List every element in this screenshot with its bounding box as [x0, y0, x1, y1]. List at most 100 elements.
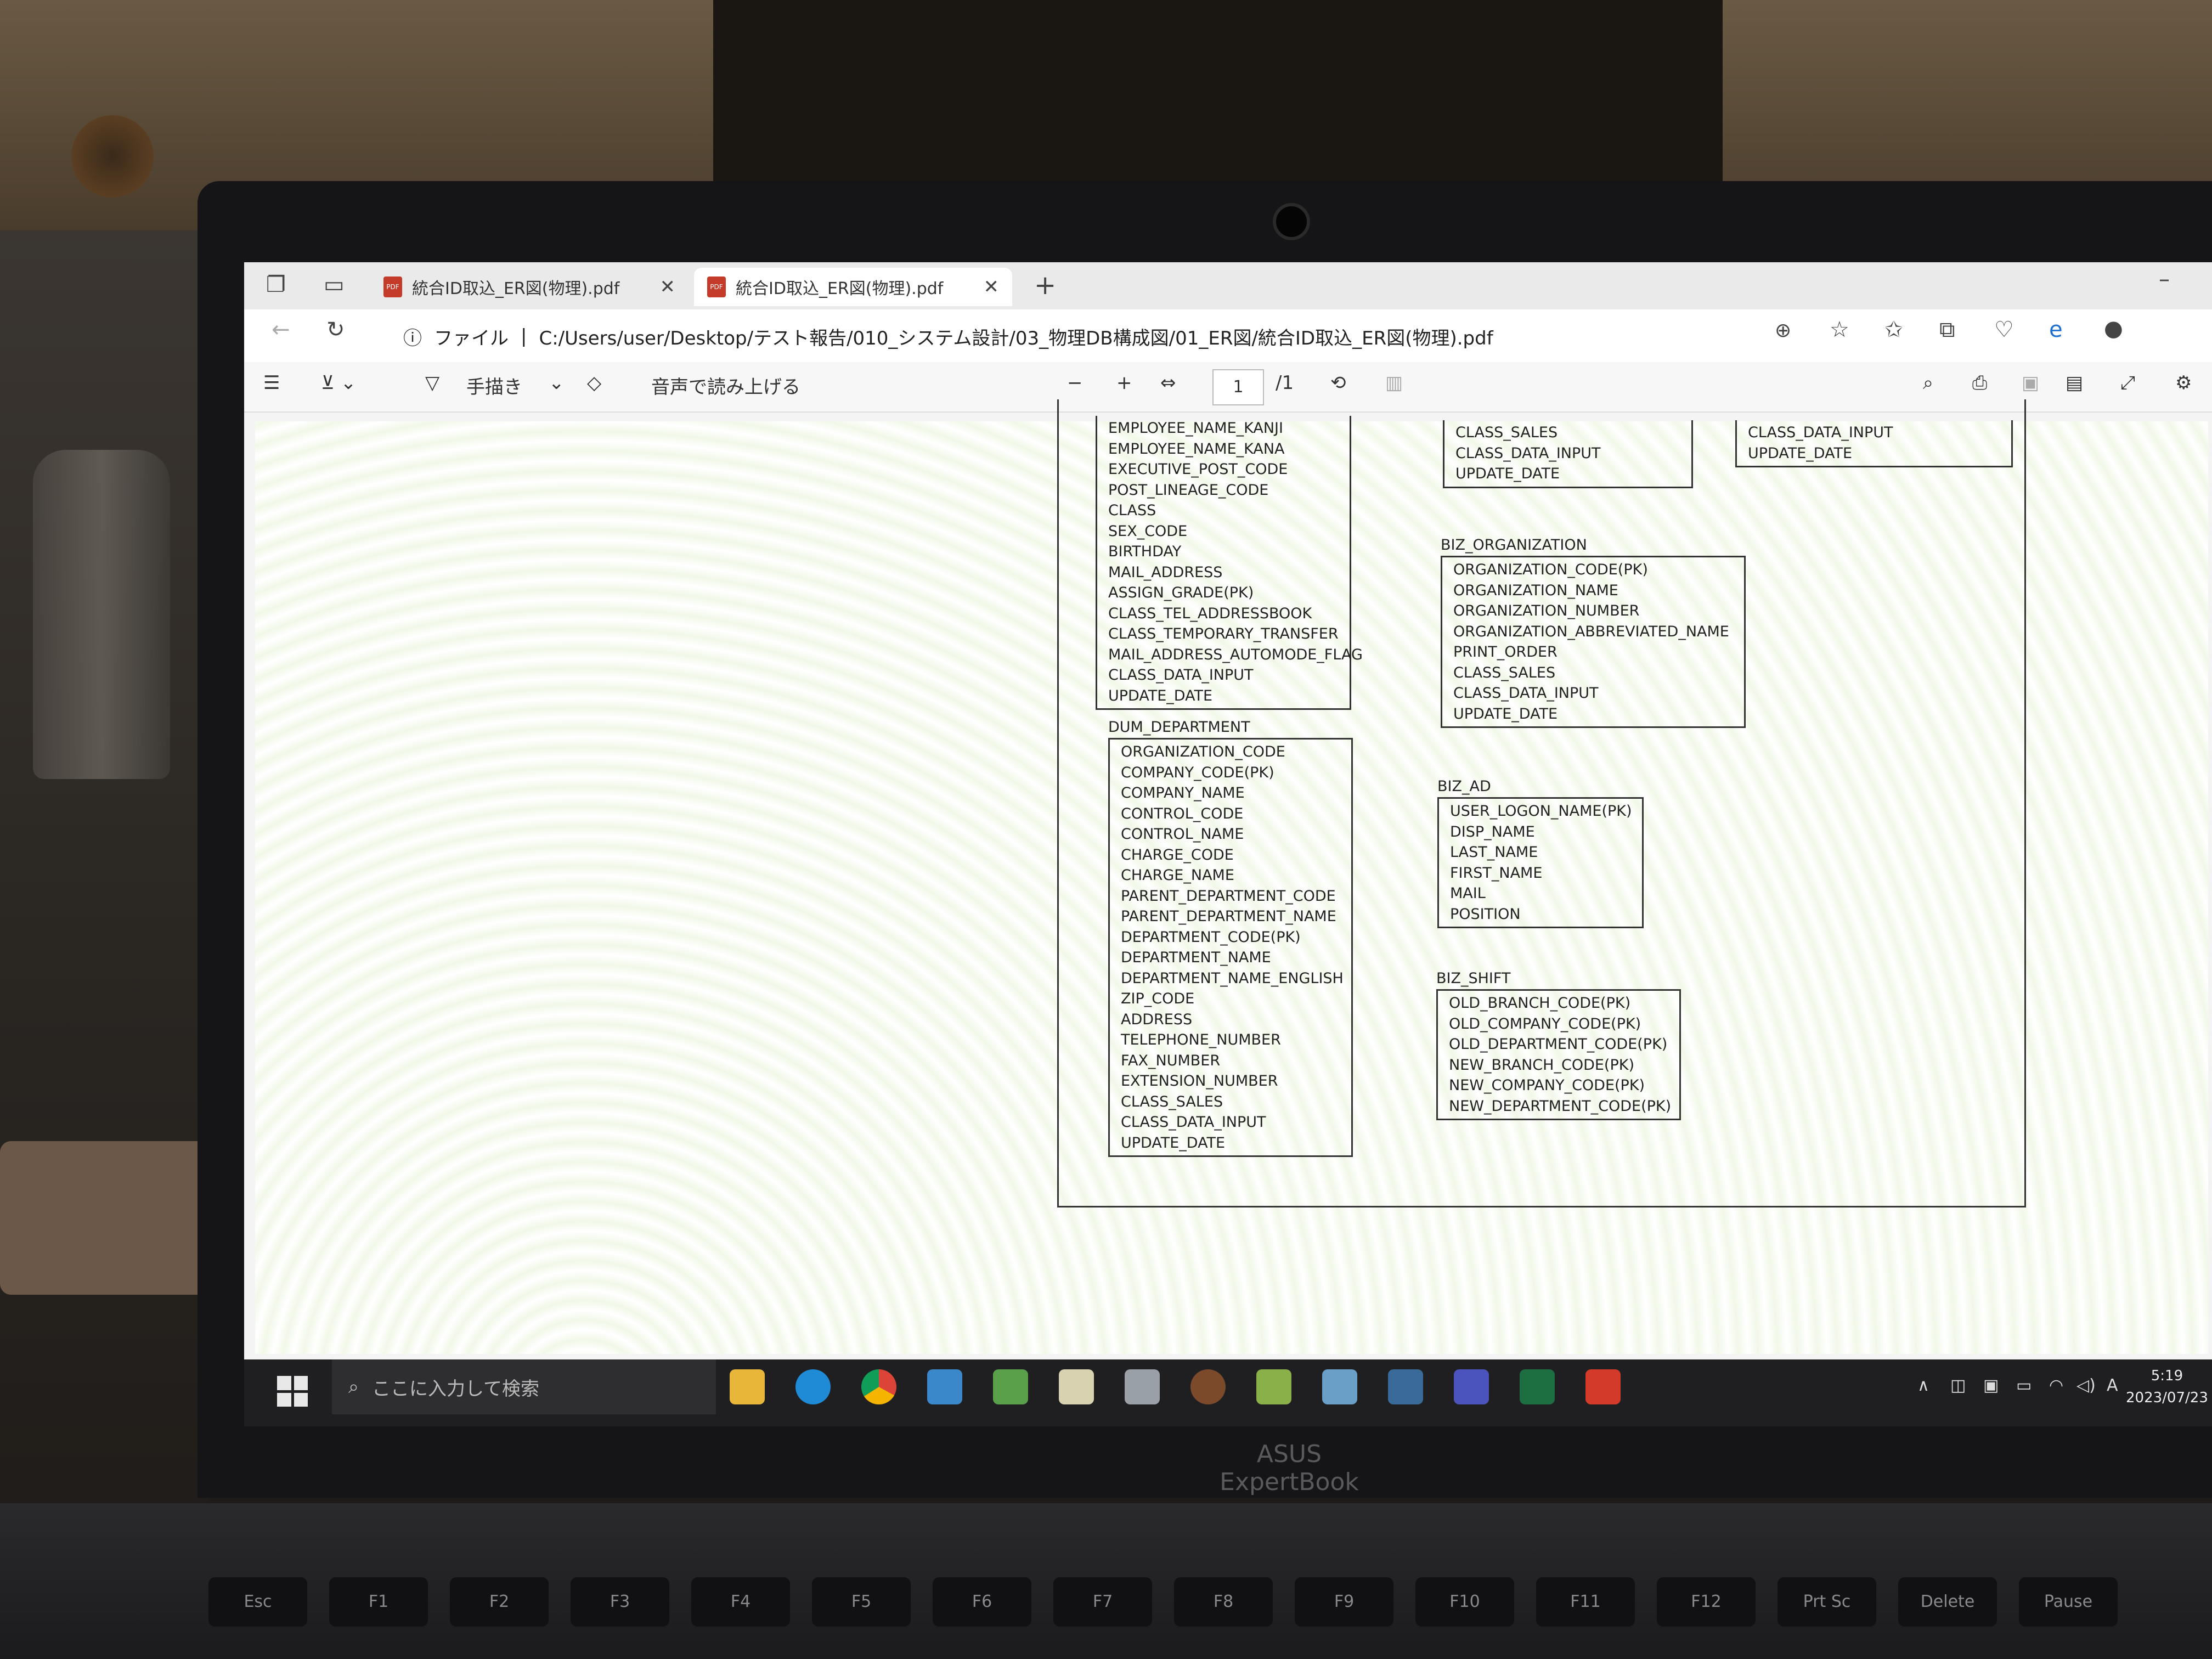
entity-column: CLASS_DATA_INPUT	[1121, 1114, 1266, 1131]
tray-icon[interactable]: ◫	[1950, 1376, 1966, 1395]
contents-icon[interactable]: ☰	[263, 372, 280, 394]
keyboard-key[interactable]: F7	[1053, 1577, 1152, 1627]
keyboard-key[interactable]: Delete	[1898, 1577, 1997, 1627]
minimize-icon[interactable]: –	[2159, 267, 2170, 292]
keyboard-key[interactable]: Prt Sc	[1778, 1577, 1876, 1627]
entity-column: CHARGE_CODE	[1121, 846, 1234, 864]
keyboard-key[interactable]: F3	[571, 1577, 669, 1627]
page-view-icon[interactable]: ▥	[1385, 372, 1403, 394]
keyboard-key[interactable]: F5	[812, 1577, 911, 1627]
extensions-icon[interactable]: ♡	[1994, 317, 2014, 342]
address-prefix: ファイル	[434, 327, 509, 349]
entity-name: BIZ_AD	[1437, 778, 1491, 795]
entity-column: ORGANIZATION_ABBREVIATED_NAME	[1453, 623, 1729, 640]
chevron-up-icon[interactable]: ∧	[1917, 1376, 1929, 1395]
gear-app-icon[interactable]	[1190, 1369, 1226, 1404]
close-icon[interactable]: ✕	[984, 276, 1000, 298]
zoom-in-icon[interactable]: +	[1116, 372, 1132, 394]
edge-browser-icon[interactable]	[795, 1369, 831, 1404]
keyboard-key[interactable]: F2	[450, 1577, 549, 1627]
notepad-icon[interactable]	[1059, 1369, 1094, 1404]
keyboard-key[interactable]: F12	[1657, 1577, 1756, 1627]
fullscreen-icon[interactable]: ⤢	[2120, 372, 2135, 394]
chrome-icon[interactable]	[861, 1369, 896, 1404]
address-bar[interactable]: ⓘ ファイル | C:/Users/user/Desktop/テスト報告/010…	[403, 317, 1493, 356]
entity-biz-shift: BIZ_SHIFT OLD_BRANCH_CODE(PK) OLD_COMPANY…	[1436, 970, 1681, 1120]
entity-column: DEPARTMENT_CODE(PK)	[1121, 928, 1301, 946]
clock[interactable]: 5:19 2023/07/23	[2126, 1365, 2208, 1409]
pdf-document-area[interactable]: EMPLOYEE_NAME_KANJI EMPLOYEE_NAME_KANA EXE…	[255, 399, 2208, 1354]
keyboard-key[interactable]: F1	[329, 1577, 428, 1627]
entity-box: USER_LOGON_NAME(PK) DISP_NAME LAST_NAME FIR…	[1437, 797, 1644, 928]
draw-icon[interactable]: ▽	[425, 372, 439, 394]
zoom-icon[interactable]: ⊕	[1775, 319, 1791, 342]
entity-column: BIRTHDAY	[1108, 543, 1182, 560]
app-icon[interactable]	[993, 1369, 1028, 1404]
entity-column: CLASS	[1108, 502, 1156, 519]
tab-pdf-1[interactable]: PDF 統合ID取込_ER図(物理).pdf ✕	[370, 268, 689, 306]
new-tab-icon[interactable]: +	[1034, 270, 1056, 301]
save-icon[interactable]: ▣	[2022, 372, 2039, 394]
workspaces-icon[interactable]: ❐	[266, 272, 286, 297]
volume-icon[interactable]: ◁)	[2076, 1376, 2096, 1395]
keyboard-key[interactable]: Esc	[208, 1577, 307, 1627]
app-icon[interactable]	[927, 1369, 962, 1404]
draw-label[interactable]: 手描き	[466, 372, 522, 399]
save-as-icon[interactable]: ▤	[2066, 372, 2083, 394]
taskbar-search[interactable]: ⌕ ここに入力して検索	[332, 1359, 716, 1414]
keyboard-key[interactable]: F10	[1415, 1577, 1514, 1627]
wall-hole	[71, 115, 154, 198]
settings-gear-icon[interactable]: ⚙	[2175, 372, 2192, 394]
tab-pdf-2[interactable]: PDF 統合ID取込_ER図(物理).pdf ✕	[694, 268, 1012, 306]
tab-actions-icon[interactable]: ▭	[324, 272, 345, 297]
draw-options-icon[interactable]: ⌄	[549, 372, 565, 394]
profile-icon[interactable]: ●	[2104, 316, 2123, 341]
keyboard-key[interactable]: F9	[1295, 1577, 1393, 1627]
wifi-icon[interactable]: ◠	[2049, 1376, 2063, 1395]
app-icon[interactable]	[1585, 1369, 1621, 1404]
app-icon[interactable]	[1125, 1369, 1160, 1404]
keyboard-key[interactable]: F8	[1174, 1577, 1273, 1627]
entity-column: UPDATE_DATE	[1455, 465, 1560, 482]
fit-page-icon[interactable]: ⇔	[1160, 372, 1176, 394]
file-explorer-icon[interactable]	[730, 1369, 765, 1404]
back-icon[interactable]: ←	[272, 317, 290, 342]
entity-box: EMPLOYEE_NAME_KANJI EMPLOYEE_NAME_KANA EXE…	[1096, 416, 1363, 710]
favorite-star-icon[interactable]: ☆	[1830, 317, 1849, 342]
windows-start-icon[interactable]	[277, 1376, 308, 1407]
laptop-screen: ❐ ▭ PDF 統合ID取込_ER図(物理).pdf ✕ PDF 統合ID取込_…	[244, 262, 2212, 1426]
app-icon[interactable]	[1322, 1369, 1357, 1404]
read-aloud-button[interactable]: 音声で読み上げる	[651, 372, 800, 399]
entity-column: UPDATE_DATE	[1748, 444, 1853, 462]
eraser-icon[interactable]: ◇	[587, 372, 601, 394]
keyboard-key[interactable]: F11	[1536, 1577, 1635, 1627]
edge-icon[interactable]: e	[2049, 317, 2063, 342]
rotate-icon[interactable]: ⟲	[1330, 372, 1346, 394]
collections-icon[interactable]: ⧉	[1939, 317, 1955, 342]
entity-column: UPDATE_DATE	[1453, 705, 1558, 723]
battery-icon[interactable]: ▭	[2016, 1376, 2032, 1395]
webcam	[1273, 203, 1310, 240]
print-icon[interactable]: ⎙	[1972, 372, 1987, 394]
entity-top-middle: CLASS_SALES CLASS_DATA_INPUT UPDATE_DATE	[1443, 420, 1693, 488]
ime-indicator[interactable]: A	[2107, 1376, 2118, 1395]
favorites-icon[interactable]: ✩	[1884, 317, 1903, 342]
postgresql-icon[interactable]	[1388, 1369, 1423, 1404]
entity-column: POST_LINEAGE_CODE	[1108, 481, 1269, 499]
app-icon[interactable]	[1256, 1369, 1291, 1404]
excel-icon[interactable]	[1520, 1369, 1555, 1404]
entity-column: CLASS_DATA_INPUT	[1108, 667, 1254, 684]
entity-biz-organization: BIZ_ORGANIZATION ORGANIZATION_CODE(PK) OR…	[1441, 537, 1746, 728]
keyboard-key[interactable]: F4	[691, 1577, 790, 1627]
keyboard-key[interactable]: Pause	[2019, 1577, 2118, 1627]
keyboard-key[interactable]: F6	[933, 1577, 1031, 1627]
teams-icon[interactable]	[1454, 1369, 1489, 1404]
zoom-out-icon[interactable]: −	[1067, 372, 1083, 394]
highlight-icon[interactable]: ⊻ ⌄	[321, 372, 356, 394]
tray-icon[interactable]: ▣	[1983, 1376, 1999, 1395]
close-icon[interactable]: ✕	[660, 276, 676, 298]
entity-biz-ad: BIZ_AD USER_LOGON_NAME(PK) DISP_NAME LAST_…	[1437, 778, 1644, 928]
background-shelf	[0, 230, 208, 1657]
refresh-icon[interactable]: ↻	[326, 317, 345, 342]
search-icon[interactable]: ⌕	[1923, 372, 1933, 394]
